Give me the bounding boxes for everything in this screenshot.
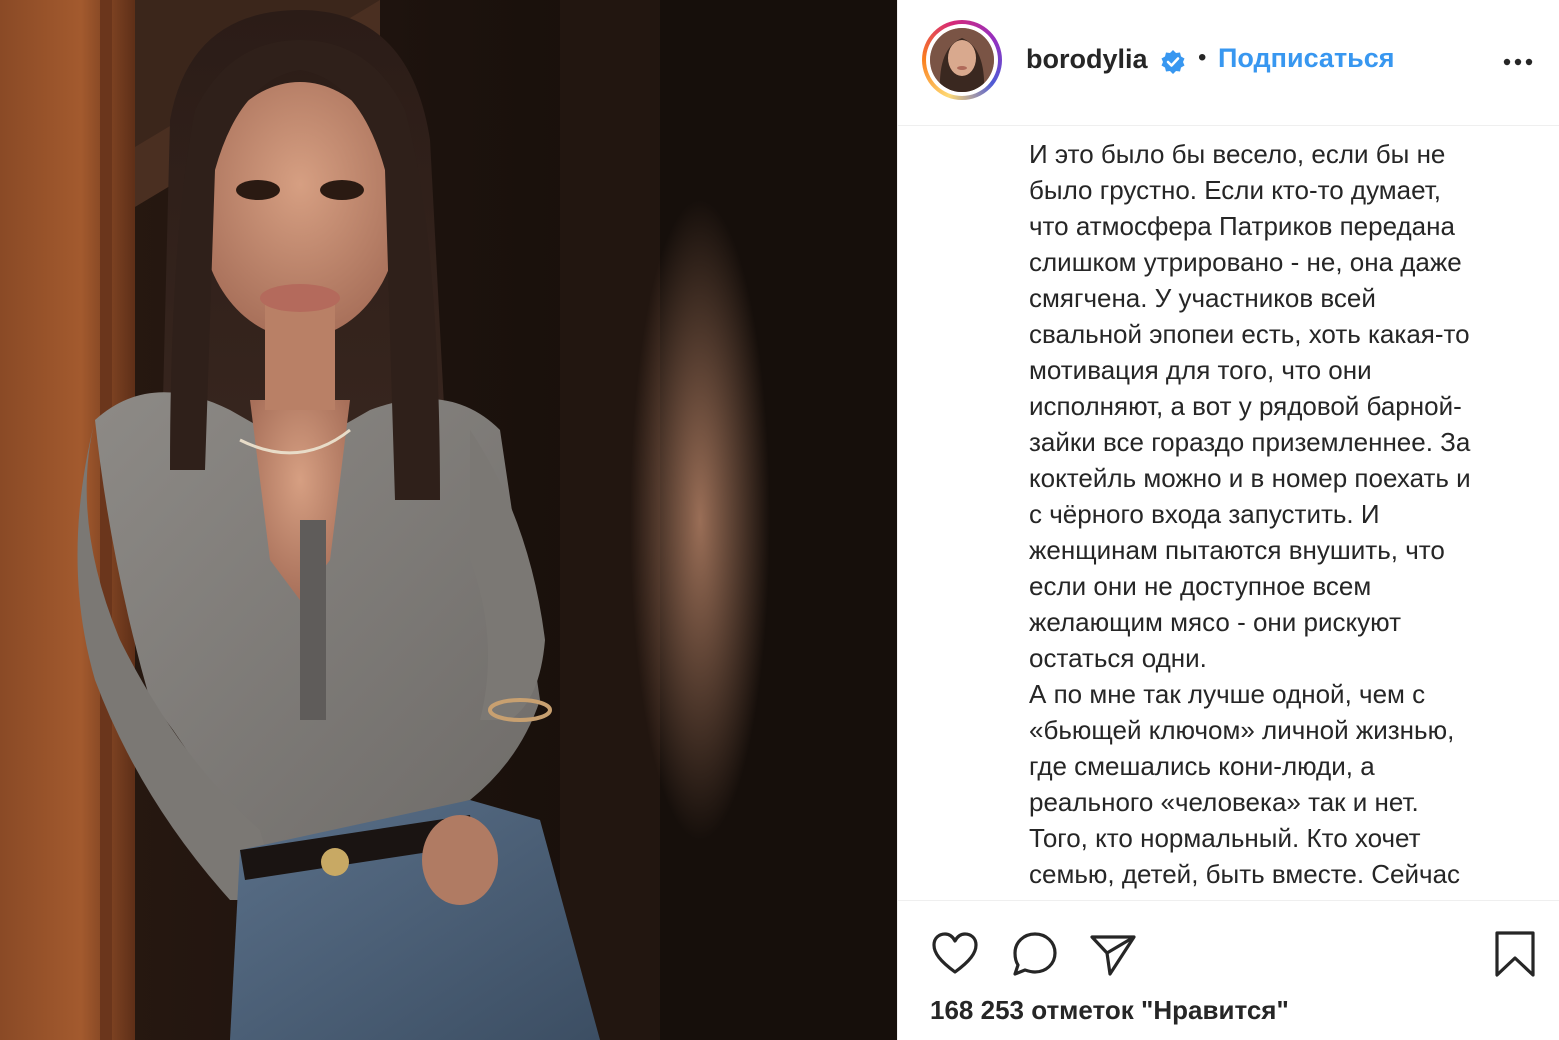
paper-plane-icon <box>1090 935 1136 976</box>
post-side-panel: borodylia • Подписаться И это было бы ве… <box>897 0 1559 1040</box>
verified-badge-icon <box>1161 50 1185 74</box>
avatar-image <box>930 28 994 92</box>
post-photo[interactable] <box>0 0 897 1040</box>
follow-button[interactable]: Подписаться <box>1218 43 1395 74</box>
heart-icon <box>932 932 978 974</box>
likes-count[interactable]: 168 253 отметок "Нравится" <box>930 995 1289 1026</box>
more-options-icon[interactable] <box>1502 50 1534 74</box>
like-button[interactable] <box>930 929 980 979</box>
share-button[interactable] <box>1088 929 1138 979</box>
save-button[interactable] <box>1490 929 1540 979</box>
instagram-post-view: borodylia • Подписаться И это было бы ве… <box>0 0 1559 1040</box>
comment-button[interactable] <box>1010 929 1060 979</box>
caption-text: И это было бы весело, если бы не было гр… <box>1029 139 1471 889</box>
post-caption: И это было бы весело, если бы не было гр… <box>1029 136 1549 896</box>
username-link[interactable]: borodylia <box>1026 44 1148 75</box>
post-header: borodylia • Подписаться <box>898 0 1559 126</box>
comment-bubble-icon <box>1013 932 1057 976</box>
avatar[interactable] <box>930 28 994 92</box>
header-separator: • <box>1198 44 1207 71</box>
post-photo-image <box>0 0 897 1040</box>
story-ring[interactable] <box>922 20 1002 100</box>
post-actions-bar: 168 253 отметок "Нравится" <box>898 900 1559 1040</box>
avatar-frame <box>926 24 998 96</box>
bookmark-icon <box>1495 931 1535 977</box>
